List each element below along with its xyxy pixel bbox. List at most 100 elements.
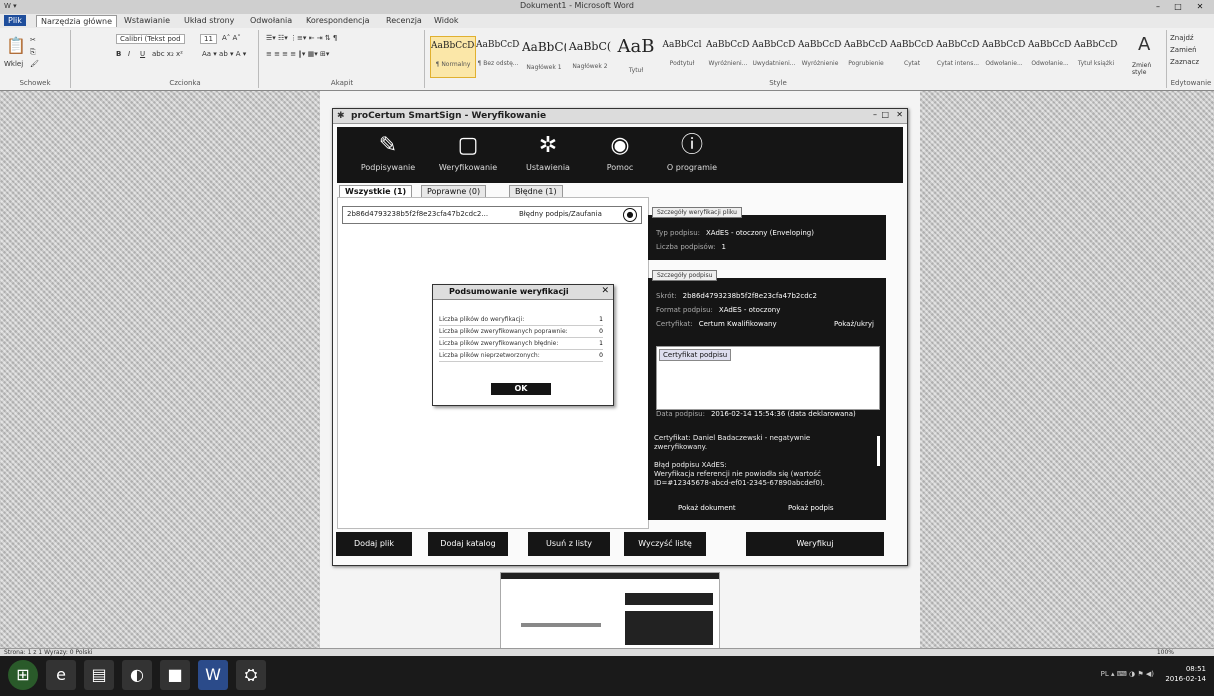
app-maximize-button[interactable]: □	[881, 110, 889, 119]
style-subtle-reference[interactable]: AaBbCcDc Odwołanie...	[982, 36, 1026, 76]
app-minimize-button[interactable]: –	[873, 110, 877, 119]
file-list-item[interactable]: 2b86d4793238b5f2f8e23cfa47b2cdc2... Błęd…	[342, 206, 642, 224]
paragraph-label: Akapit	[330, 79, 354, 87]
replace-button[interactable]: Zamień	[1170, 46, 1197, 54]
summary-row-value: 1	[599, 340, 603, 347]
detail-value: 1	[721, 243, 726, 251]
style-sample: AaBbCcDc	[431, 41, 475, 51]
styles-label: Style	[769, 79, 787, 87]
show-signature-button[interactable]: Pokaż podpis	[788, 504, 834, 512]
bullets-icon[interactable]: ☰▾ ☷▾ ⋮≡▾ ⇤ ⇥ ⇅ ¶	[266, 34, 337, 42]
style-name: Odwołanie...	[1031, 60, 1069, 67]
paste-button[interactable]: Wklej	[4, 60, 23, 68]
style-no-spacing[interactable]: AaBbCcDc ¶ Bez odstę...	[476, 36, 520, 76]
copy-icon[interactable]: ⎘	[30, 48, 36, 57]
sign-tool-button[interactable]: ✎ Podpisywanie	[345, 133, 431, 179]
style-heading-1[interactable]: AaBbC(Nagłówek 1	[522, 36, 566, 76]
align-icons[interactable]: ≡ ≡ ≡ ≡ ‖▾ ▦▾ ⊞▾	[266, 50, 329, 58]
app-icon[interactable]: ■	[160, 660, 190, 690]
font-name-select[interactable]: Calibri (Tekst pod	[116, 34, 185, 44]
style-strong[interactable]: AaBbCcDc Pogrubienie	[844, 36, 888, 76]
clock[interactable]: 08:51 2016-02-14	[1165, 664, 1206, 684]
tab-home[interactable]: Narzędzia główne	[36, 15, 118, 27]
signature-details-panel: Szczegóły podpisu Skrót: 2b86d4793238b5f2…	[648, 270, 886, 520]
add-file-button[interactable]: Dodaj plik	[336, 532, 412, 556]
style-heading-2[interactable]: AaBbC(Nagłówek 2	[568, 36, 612, 76]
ok-button[interactable]: OK	[491, 383, 551, 395]
ribbon: 📋 Wklej ✂ ⎘ 🖌 Schowek Calibri (Tekst pod…	[0, 28, 1214, 91]
tab-insert[interactable]: Wstawianie	[120, 15, 174, 26]
remove-from-list-button[interactable]: Usuń z listy	[528, 532, 610, 556]
font-size-select[interactable]: 11	[200, 34, 217, 44]
bold-button[interactable]: B	[116, 50, 121, 58]
style-intense-reference[interactable]: AaBbCcDc Odwołanie...	[1028, 36, 1072, 76]
paste-icon[interactable]: 📋	[6, 36, 26, 55]
maximize-button[interactable]: □	[1168, 1, 1188, 12]
grow-font-icon[interactable]: A˄ A˅	[222, 34, 241, 42]
style-name: Tytuł książki	[1077, 60, 1115, 67]
style-intense-emphasis[interactable]: AaBbCcDc Wyróżnienie	[798, 36, 842, 76]
clear-list-button[interactable]: Wyczyść listę	[624, 532, 706, 556]
italic-button[interactable]: I	[128, 50, 130, 58]
verify-button[interactable]: Weryfikuj	[746, 532, 884, 556]
show-document-button[interactable]: Pokaż dokument	[678, 504, 736, 512]
tab-page-layout[interactable]: Układ strony	[180, 15, 238, 26]
tab-view[interactable]: Widok	[430, 15, 463, 26]
font-label: Czcionka	[169, 79, 201, 87]
tab-references[interactable]: Odwołania	[246, 15, 296, 26]
app-title: proCertum SmartSign - Weryfikowanie	[351, 111, 547, 121]
tab-file[interactable]: Plik	[4, 15, 26, 26]
summary-row-label: Liczba plików do weryfikacji:	[439, 316, 525, 323]
font-color-icon[interactable]: Aa ▾ ab ▾ A ▾	[202, 50, 246, 58]
strikethrough-button[interactable]: abc x₂ x²	[152, 50, 183, 58]
word-icon[interactable]: W	[198, 660, 228, 690]
file-details-panel: Szczegóły weryfikacji pliku Typ podpisu:…	[648, 207, 886, 260]
style-sample: AaBbCcDc	[1074, 40, 1118, 50]
close-button[interactable]: ✕	[1190, 1, 1210, 12]
style-sample: AaBbCcDc	[890, 40, 934, 50]
style-subtle-emphasis[interactable]: AaBbCcDc Wyróżnieni...	[706, 36, 750, 76]
style-quote[interactable]: AaBbCcDc Cytat	[890, 36, 934, 76]
word-logo-icon[interactable]: W ▾	[4, 2, 17, 10]
media-icon[interactable]: ◐	[122, 660, 152, 690]
style-sample: AaBbCcDc	[844, 40, 888, 50]
style-emphasis[interactable]: AaBbCcDc Uwydatnieni...	[752, 36, 796, 76]
ie-icon[interactable]: e	[46, 660, 76, 690]
verify-tool-button[interactable]: ▢ Weryfikowanie	[425, 133, 511, 179]
taskbar: ⊞ e ▤ ◐ ■ W ⛭ PL ▴ ⌨ ◑ ⚑ ◀) 08:51 2016-0…	[0, 656, 1214, 696]
smartsign-icon[interactable]: ⛭	[236, 660, 266, 690]
style-normal[interactable]: AaBbCcDc ¶ Normalny	[430, 36, 476, 78]
style-sample: AaBbC(	[568, 40, 612, 53]
style-subtitle[interactable]: AaBbCcl Podtytuł	[660, 36, 704, 76]
select-button[interactable]: Zaznacz	[1170, 58, 1199, 66]
start-icon[interactable]: ⊞	[8, 660, 38, 690]
dialog-close-icon[interactable]: ✕	[601, 286, 609, 296]
system-tray[interactable]: PL ▴ ⌨ ◑ ⚑ ◀)	[1101, 670, 1154, 678]
tab-mailings[interactable]: Korespondencja	[302, 15, 374, 26]
clock-time: 08:51	[1185, 665, 1206, 673]
style-name: Cytat intens...	[936, 60, 980, 67]
minimize-button[interactable]: –	[1148, 1, 1168, 12]
verify-tool-label: Weryfikowanie	[438, 163, 498, 172]
add-folder-button[interactable]: Dodaj katalog	[428, 532, 508, 556]
style-intense-quote[interactable]: AaBbCcDc Cytat intens...	[936, 36, 980, 76]
change-styles-icon[interactable]: A	[1138, 34, 1150, 55]
format-painter-icon[interactable]: 🖌	[30, 60, 39, 68]
cut-icon[interactable]: ✂	[30, 36, 36, 44]
certificate-item[interactable]: Certyfikat podpisu	[659, 349, 732, 361]
explorer-icon[interactable]: ▤	[84, 660, 114, 690]
zoom-level[interactable]: 100%	[1157, 649, 1174, 656]
tab-review[interactable]: Recenzja	[382, 15, 426, 26]
font-group: Calibri (Tekst pod 11 A˄ A˅ B I U abc x₂…	[112, 30, 259, 88]
about-tool-button[interactable]: ⓘ O programie	[649, 133, 735, 179]
view-certificate-link[interactable]: Pokaż/ukryj	[834, 320, 874, 328]
find-button[interactable]: Znajdź	[1170, 34, 1194, 42]
change-styles-button[interactable]: Zmień style	[1132, 62, 1166, 76]
underline-button[interactable]: U	[140, 50, 145, 58]
messages-scrollbar[interactable]	[877, 436, 880, 466]
app-toolbar: ✎ Podpisywanie ▢ Weryfikowanie ✲ Ustawie…	[337, 127, 903, 183]
style-book-title[interactable]: AaBbCcDc Tytuł książki	[1074, 36, 1118, 76]
app-close-button[interactable]: ✕	[896, 110, 903, 119]
status-radio-icon[interactable]: ●	[623, 208, 637, 222]
style-title[interactable]: AaB Tytuł	[614, 36, 658, 76]
